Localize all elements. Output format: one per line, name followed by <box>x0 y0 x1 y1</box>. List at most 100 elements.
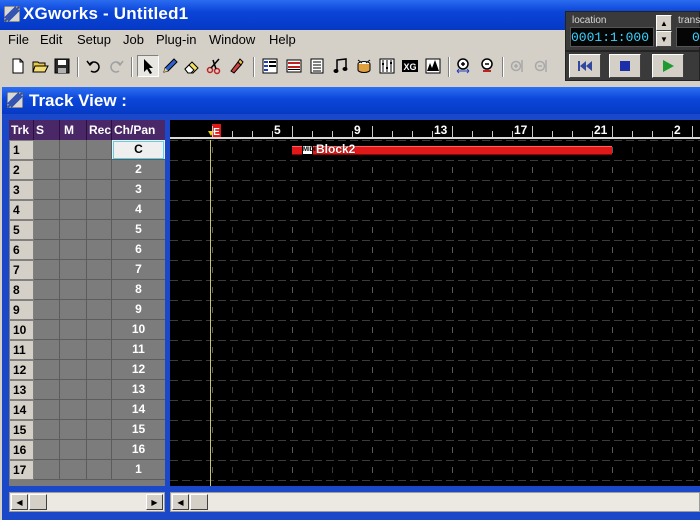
track-row[interactable]: 33 <box>9 180 165 200</box>
mute-cell[interactable] <box>60 140 87 160</box>
solo-cell[interactable] <box>34 160 60 180</box>
menu-file[interactable]: File <box>8 32 29 47</box>
solo-cell[interactable] <box>34 380 60 400</box>
new-file-icon[interactable] <box>7 55 29 77</box>
menu-window[interactable]: Window <box>209 32 255 47</box>
wave-icon[interactable] <box>422 55 444 77</box>
eraser-icon[interactable] <box>181 55 203 77</box>
solo-cell[interactable] <box>34 440 60 460</box>
mute-cell[interactable] <box>60 240 87 260</box>
channel-cell[interactable]: C <box>112 140 165 160</box>
channel-cell[interactable]: 7 <box>112 260 165 280</box>
track-row[interactable]: 22 <box>9 160 165 180</box>
track-number[interactable]: 5 <box>9 220 34 240</box>
song-position-marker[interactable]: E <box>208 123 222 138</box>
solo-cell[interactable] <box>34 420 60 440</box>
header-trk[interactable]: Trk <box>9 120 34 140</box>
channel-cell[interactable]: 12 <box>112 360 165 380</box>
xg-editor-icon[interactable]: XG <box>399 55 421 77</box>
location-display[interactable]: 0001:1:000 <box>570 27 654 47</box>
track-number[interactable]: 16 <box>9 440 34 460</box>
solo-cell[interactable] <box>34 340 60 360</box>
channel-cell[interactable]: 13 <box>112 380 165 400</box>
measure-ruler[interactable]: E 5 9 13 17 21 2 <box>170 120 700 140</box>
mute-cell[interactable] <box>60 400 87 420</box>
rec-cell[interactable] <box>87 180 112 200</box>
track-number[interactable]: 17 <box>9 460 34 480</box>
solo-cell[interactable] <box>34 260 60 280</box>
channel-cell[interactable]: 2 <box>112 160 165 180</box>
track-view-icon[interactable] <box>259 55 281 77</box>
rec-cell[interactable] <box>87 400 112 420</box>
mute-cell[interactable] <box>60 300 87 320</box>
header-rec[interactable]: Rec <box>87 120 112 140</box>
rec-cell[interactable] <box>87 380 112 400</box>
mute-cell[interactable] <box>60 280 87 300</box>
channel-cell[interactable]: 3 <box>112 180 165 200</box>
rec-cell[interactable] <box>87 420 112 440</box>
solo-cell[interactable] <box>34 240 60 260</box>
scroll-right-button[interactable]: ▶ <box>146 494 163 510</box>
solo-cell[interactable] <box>34 140 60 160</box>
channel-cell[interactable]: 4 <box>112 200 165 220</box>
zoom-out-icon[interactable] <box>476 55 498 77</box>
track-number[interactable]: 12 <box>9 360 34 380</box>
track-number[interactable]: 2 <box>9 160 34 180</box>
rec-cell[interactable] <box>87 160 112 180</box>
track-row[interactable]: 10 10 <box>9 320 165 340</box>
arrangement-grid[interactable] <box>170 140 700 486</box>
track-row[interactable]: 14 14 <box>9 400 165 420</box>
solo-cell[interactable] <box>34 220 60 240</box>
scissors-icon[interactable] <box>203 55 225 77</box>
solo-cell[interactable] <box>34 320 60 340</box>
track-row[interactable]: 15 15 <box>9 420 165 440</box>
track-row[interactable]: 99 <box>9 300 165 320</box>
rec-cell[interactable] <box>87 260 112 280</box>
solo-cell[interactable] <box>34 460 60 480</box>
track-view-title-bar[interactable]: Track View : <box>2 87 700 114</box>
stop-button[interactable] <box>609 54 641 78</box>
mute-cell[interactable] <box>60 220 87 240</box>
channel-cell[interactable]: 6 <box>112 240 165 260</box>
track-row[interactable]: 66 <box>9 240 165 260</box>
mute-cell[interactable] <box>60 180 87 200</box>
channel-cell[interactable]: 9 <box>112 300 165 320</box>
mute-cell[interactable] <box>60 460 87 480</box>
track-row[interactable]: 13 13 <box>9 380 165 400</box>
open-folder-icon[interactable] <box>29 55 51 77</box>
mute-cell[interactable] <box>60 360 87 380</box>
staff-view-icon[interactable] <box>283 55 305 77</box>
rec-cell[interactable] <box>87 280 112 300</box>
piano-roll-icon[interactable] <box>330 55 352 77</box>
mute-cell[interactable] <box>60 260 87 280</box>
rec-cell[interactable] <box>87 140 112 160</box>
solo-cell[interactable] <box>34 300 60 320</box>
mute-cell[interactable] <box>60 160 87 180</box>
track-row[interactable]: 44 <box>9 200 165 220</box>
mute-cell[interactable] <box>60 440 87 460</box>
header-mute[interactable]: M <box>60 120 87 140</box>
rec-cell[interactable] <box>87 460 112 480</box>
arrange-scroll-thumb[interactable] <box>190 494 208 510</box>
rec-cell[interactable] <box>87 220 112 240</box>
track-number[interactable]: 7 <box>9 260 34 280</box>
channel-cell[interactable]: 16 <box>112 440 165 460</box>
pencil-icon[interactable] <box>159 55 181 77</box>
menu-job[interactable]: Job <box>123 32 144 47</box>
rec-cell[interactable] <box>87 200 112 220</box>
track-row[interactable]: 17 1 <box>9 460 165 480</box>
channel-cell[interactable]: 5 <box>112 220 165 240</box>
solo-cell[interactable] <box>34 180 60 200</box>
track-row[interactable]: 77 <box>9 260 165 280</box>
track-row[interactable]: 55 <box>9 220 165 240</box>
channel-cell[interactable]: 15 <box>112 420 165 440</box>
header-ch-pan[interactable]: Ch/Pan <box>112 120 165 140</box>
undo-icon[interactable] <box>83 55 105 77</box>
track-number[interactable]: 4 <box>9 200 34 220</box>
mute-cell[interactable] <box>60 200 87 220</box>
vertical-zoom-out-icon[interactable] <box>530 55 552 77</box>
track-row[interactable]: 11 11 <box>9 340 165 360</box>
menu-plug-in[interactable]: Plug-in <box>156 32 196 47</box>
solo-cell[interactable] <box>34 200 60 220</box>
location-down-button[interactable]: ▼ <box>656 31 672 47</box>
